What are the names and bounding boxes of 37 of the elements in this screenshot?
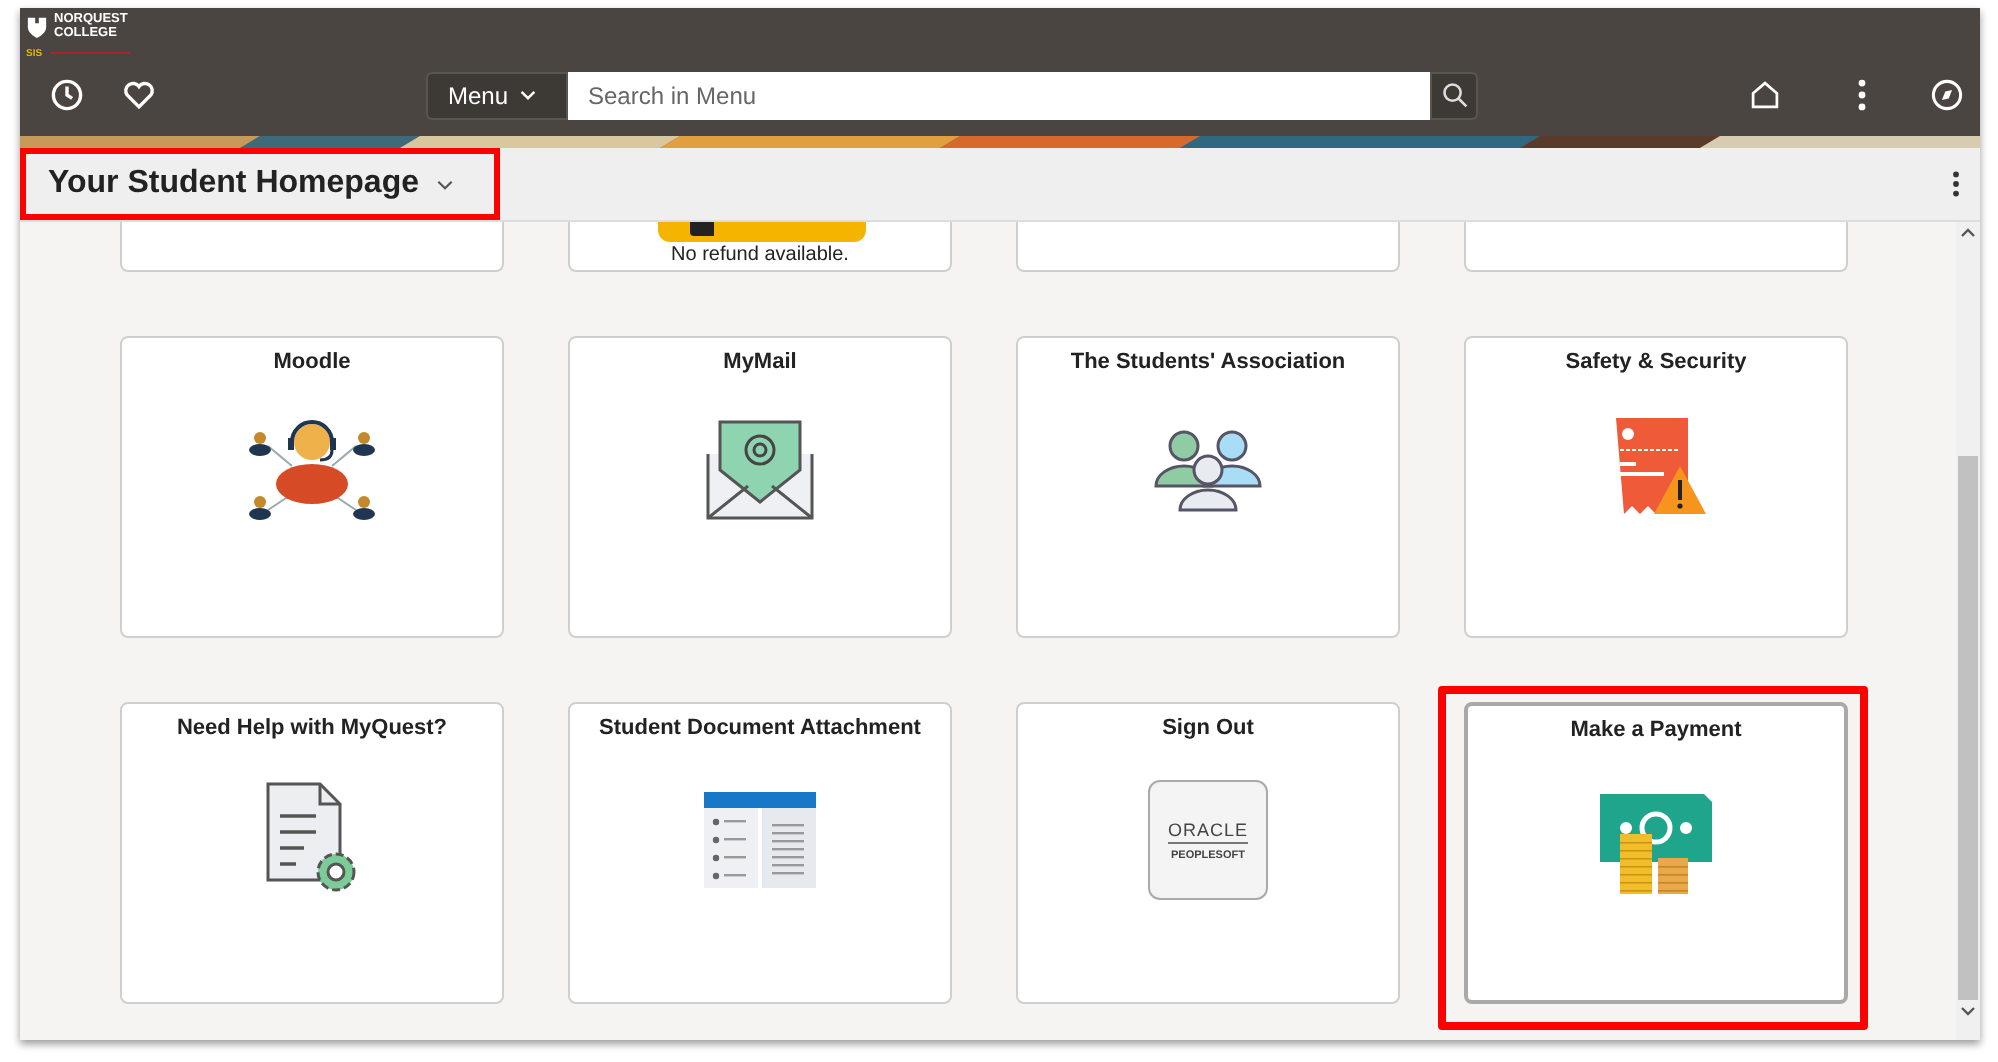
tile-title: MyMail [723,350,797,374]
search-button[interactable] [1430,71,1478,120]
notice-text: No refund available. [671,244,849,266]
more-icon[interactable] [1856,78,1868,113]
tile[interactable]: Moodle [120,336,504,638]
page-title-dropdown[interactable]: Your Student Homepage [20,148,499,220]
scroll-up-icon[interactable] [1960,228,1976,238]
tile-title: Need Help with MyQuest? [176,716,448,740]
tile[interactable]: Make a Payment [1464,702,1848,1004]
tile-title: Make a Payment [1570,718,1742,742]
tile[interactable] [1464,222,1848,272]
more-icon[interactable] [1950,168,1962,200]
caret-icon [520,90,537,101]
tile[interactable] [120,222,504,272]
tile[interactable]: Student Document Attachment [568,702,952,1004]
search-field[interactable]: Search in Menu [568,71,1430,120]
tile[interactable]: Need Help with MyQuest? [120,702,504,1004]
tile[interactable]: No refund available. [568,222,952,272]
tile[interactable] [1016,222,1400,272]
search-icon [1441,82,1467,109]
caret-icon [435,179,453,189]
tile-title: Safety & Security [1565,350,1747,374]
home-icon[interactable] [1748,78,1782,113]
tile[interactable]: The Students' Association [1016,336,1400,638]
tile-title: Moodle [273,350,351,374]
tile[interactable]: MyMail [568,336,952,638]
scroll-down-icon[interactable] [1960,1006,1976,1016]
history-icon[interactable] [50,78,84,113]
tile-title: The Students' Association [1070,350,1346,374]
scrollbar[interactable] [1956,222,1980,1040]
tile[interactable]: Safety & Security [1464,336,1848,638]
notice-icon [658,222,866,242]
tile-title: Sign Out [1162,716,1254,740]
menu-button[interactable]: Menu [426,71,568,120]
heart-icon[interactable] [122,78,156,113]
tile-title: Student Document Attachment [599,716,921,740]
compass-icon[interactable] [1930,78,1964,113]
